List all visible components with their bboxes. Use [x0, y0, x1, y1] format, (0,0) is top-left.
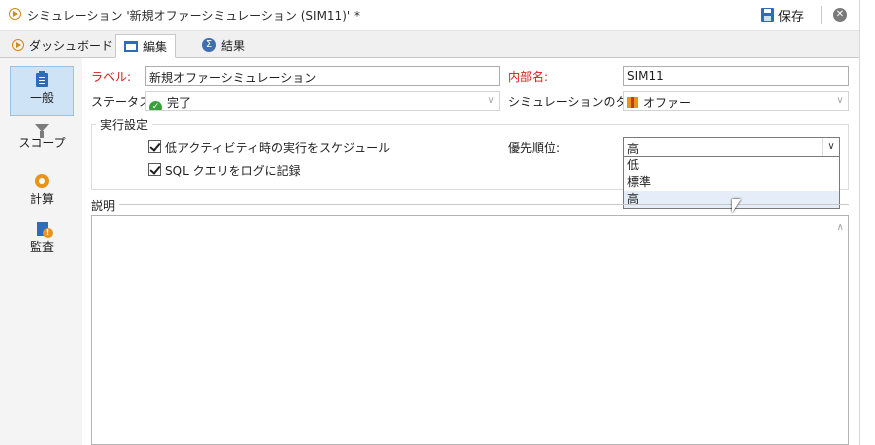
- floppy-disk-icon: [761, 8, 774, 22]
- sql-log-checkbox[interactable]: [148, 163, 161, 176]
- execution-group-title: 実行設定: [96, 116, 153, 133]
- save-button[interactable]: 保存: [761, 5, 804, 25]
- sidebar-item-calculation[interactable]: 計算: [10, 168, 74, 218]
- tab-dashboard-label: ダッシュボード: [29, 38, 114, 53]
- close-icon[interactable]: ✕: [833, 8, 847, 22]
- sql-log-checkbox-label: SQL クエリをログに記録: [165, 164, 301, 178]
- check-circle-icon: ✓: [149, 101, 162, 110]
- clipboard-icon: [36, 71, 48, 87]
- tab-dashboard[interactable]: ダッシュボード: [4, 34, 121, 56]
- status-combo[interactable]: ✓ 完了 ∨: [145, 91, 500, 111]
- description-textarea[interactable]: ∧: [91, 215, 849, 445]
- tab-edit-label: 編集: [143, 39, 168, 54]
- window-title: シミュレーション '新規オファーシミュレーション (SIM11)' *: [27, 9, 360, 23]
- chevron-down-icon[interactable]: ∨: [832, 92, 848, 110]
- tab-results[interactable]: Σ 結果: [194, 34, 253, 56]
- sidebar: 一般 スコープ 計算 監査: [0, 58, 82, 445]
- sidebar-item-label: 一般: [29, 91, 54, 105]
- label-input[interactable]: 新規オファーシミュレーション: [145, 66, 500, 86]
- priority-option-standard[interactable]: 標準: [624, 174, 839, 191]
- sidebar-item-label: 計算: [29, 192, 54, 206]
- sidebar-item-label: 監査: [29, 240, 54, 254]
- internal-name-caption: 内部名:: [508, 70, 549, 84]
- schedule-checkbox-label: 低アクティビティ時の実行をスケジュール: [165, 141, 391, 155]
- sidebar-item-audit[interactable]: 監査: [10, 216, 74, 266]
- tab-bar: ダッシュボード 編集 Σ 結果: [0, 31, 860, 58]
- simulation-type-value: オファー: [643, 96, 692, 110]
- funnel-icon: [35, 124, 49, 138]
- chevron-down-icon[interactable]: ∨: [822, 138, 839, 156]
- toolbar-separator: [821, 6, 822, 24]
- chevron-down-icon[interactable]: ∨: [483, 92, 499, 110]
- sidebar-item-general[interactable]: 一般: [10, 66, 74, 116]
- simulation-play-icon: [9, 8, 21, 20]
- internal-name-input[interactable]: SIM11: [623, 66, 849, 86]
- priority-caption: 優先順位:: [508, 141, 561, 155]
- priority-value: 高: [627, 142, 640, 156]
- priority-option-low[interactable]: 低: [624, 157, 839, 174]
- gear-icon: [35, 174, 49, 188]
- save-label: 保存: [778, 9, 805, 25]
- simulation-type-combo[interactable]: オファー ∨: [623, 91, 849, 111]
- label-caption: ラベル:: [91, 70, 132, 84]
- window-right-border: [859, 0, 860, 445]
- mouse-cursor-icon: [732, 199, 741, 213]
- sidebar-item-scope[interactable]: スコープ: [10, 118, 74, 168]
- play-icon: [12, 39, 24, 51]
- schedule-checkbox[interactable]: [148, 140, 161, 153]
- tab-results-label: 結果: [221, 38, 246, 53]
- tab-edit[interactable]: 編集: [115, 34, 177, 58]
- edit-icon: [124, 40, 138, 52]
- gift-icon: [627, 97, 638, 108]
- description-caption: 説明: [91, 197, 120, 214]
- status-value: 完了: [167, 96, 192, 110]
- sigma-icon: Σ: [202, 38, 216, 52]
- priority-select[interactable]: 高 ∨: [623, 137, 840, 157]
- audit-icon: [36, 222, 53, 238]
- scroll-up-icon[interactable]: ∧: [837, 222, 844, 233]
- window-titlebar: シミュレーション '新規オファーシミュレーション (SIM11)' * 保存 ✕: [0, 0, 860, 31]
